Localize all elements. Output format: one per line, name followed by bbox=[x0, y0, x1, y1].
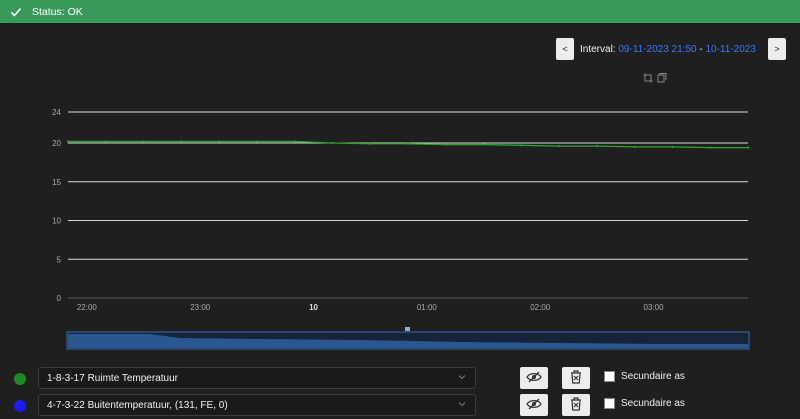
navigator[interactable] bbox=[0, 326, 800, 356]
data-point[interactable] bbox=[746, 146, 750, 149]
temperature-chart[interactable]: 0 5 10 15 20 24 22:00 23:00 10 01:00 02:00 03:00 bbox=[0, 0, 800, 320]
eye-slash-icon bbox=[526, 398, 542, 413]
data-point[interactable] bbox=[142, 140, 145, 143]
data-point[interactable] bbox=[218, 140, 221, 143]
series-name: 4-7-3-22 Buitentemperatuur, (131, FE, 0) bbox=[47, 399, 228, 411]
secondary-axis-label: Secundaire as bbox=[621, 371, 685, 382]
secondary-axis-option[interactable]: Secundaire as bbox=[604, 371, 685, 382]
data-point[interactable] bbox=[482, 143, 485, 146]
x-tick-label: 02:00 bbox=[530, 303, 551, 312]
navigator-handle[interactable] bbox=[405, 327, 410, 331]
y-tick-label: 0 bbox=[57, 294, 62, 303]
data-point[interactable] bbox=[104, 140, 107, 143]
x-tick-label: 01:00 bbox=[417, 303, 438, 312]
series-select[interactable]: 4-7-3-22 Buitentemperatuur, (131, FE, 0) bbox=[38, 394, 476, 416]
series-name: 1-8-3-17 Ruimte Temperatuur bbox=[47, 372, 178, 384]
data-point[interactable] bbox=[709, 146, 712, 149]
secondary-axis-checkbox[interactable] bbox=[604, 371, 615, 382]
data-point[interactable] bbox=[595, 145, 598, 148]
chevron-down-icon bbox=[458, 400, 466, 408]
x-tick-label: 10 bbox=[309, 303, 318, 312]
trash-icon bbox=[570, 396, 582, 414]
trash-icon bbox=[570, 369, 582, 387]
data-point[interactable] bbox=[558, 145, 561, 148]
secondary-axis-checkbox[interactable] bbox=[604, 398, 615, 409]
data-point[interactable] bbox=[255, 140, 258, 143]
series-color-dot bbox=[14, 373, 26, 385]
hide-series-button[interactable] bbox=[520, 367, 548, 389]
secondary-axis-option[interactable]: Secundaire as bbox=[604, 398, 685, 409]
data-point[interactable] bbox=[180, 140, 183, 143]
series-select[interactable]: 1-8-3-17 Ruimte Temperatuur bbox=[38, 367, 476, 389]
data-point[interactable] bbox=[633, 145, 636, 148]
series-row-2: 4-7-3-22 Buitentemperatuur, (131, FE, 0)… bbox=[0, 394, 800, 418]
y-tick-label: 10 bbox=[52, 217, 61, 226]
data-point[interactable] bbox=[671, 145, 674, 148]
y-tick-label: 5 bbox=[57, 255, 62, 264]
data-point[interactable] bbox=[520, 144, 523, 147]
x-tick-label: 23:00 bbox=[190, 303, 211, 312]
delete-series-button[interactable] bbox=[562, 367, 590, 389]
chevron-down-icon bbox=[458, 373, 466, 381]
data-point[interactable] bbox=[444, 143, 447, 146]
data-point[interactable] bbox=[369, 142, 372, 145]
delete-series-button[interactable] bbox=[562, 394, 590, 416]
hide-series-button[interactable] bbox=[520, 394, 548, 416]
y-tick-label: 15 bbox=[52, 178, 61, 187]
x-tick-label: 03:00 bbox=[644, 303, 665, 312]
data-point[interactable] bbox=[66, 140, 70, 143]
series-row-1: 1-8-3-17 Ruimte Temperatuur Secundaire a… bbox=[0, 367, 800, 391]
y-tick-label: 20 bbox=[52, 139, 61, 148]
y-tick-label: 24 bbox=[52, 108, 61, 117]
eye-slash-icon bbox=[526, 371, 542, 386]
x-tick-label: 22:00 bbox=[77, 303, 98, 312]
data-point[interactable] bbox=[331, 141, 334, 145]
series-color-dot bbox=[14, 400, 26, 412]
secondary-axis-label: Secundaire as bbox=[621, 398, 685, 409]
data-point[interactable] bbox=[293, 140, 296, 143]
data-point[interactable] bbox=[406, 142, 410, 145]
